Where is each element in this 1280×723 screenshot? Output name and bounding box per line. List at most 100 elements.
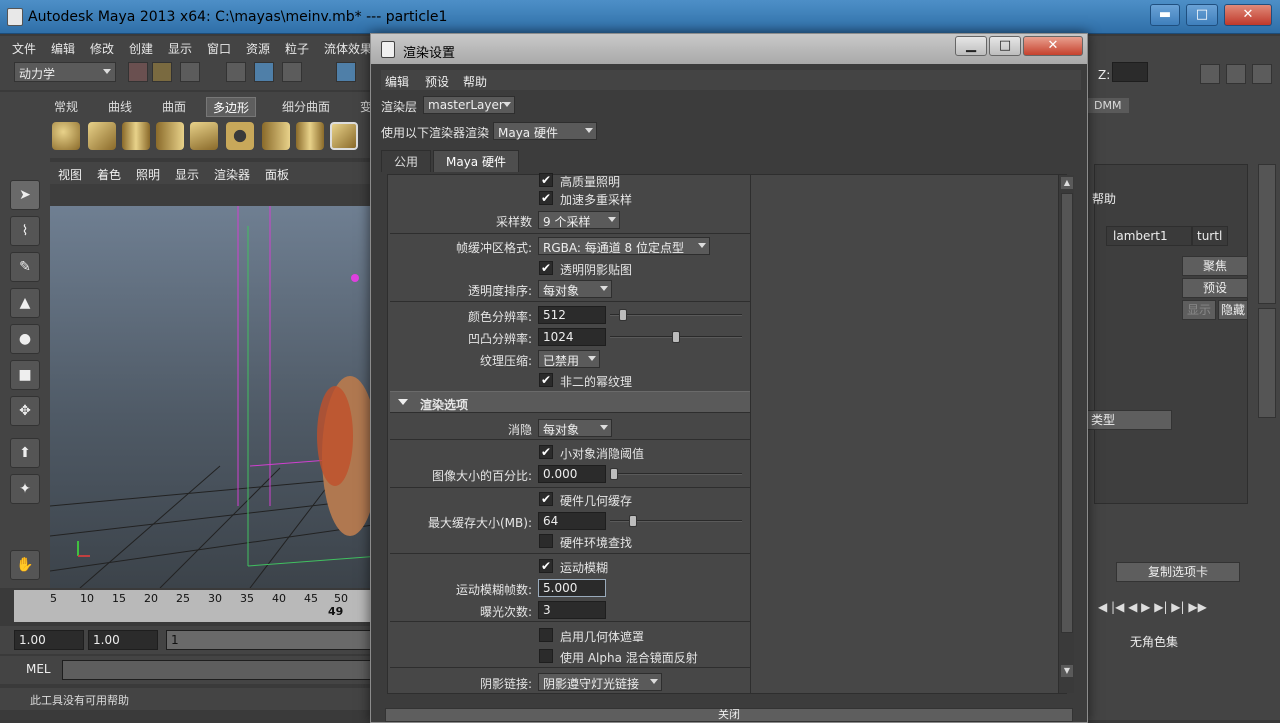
poly-torus-icon[interactable] bbox=[226, 122, 254, 150]
ae-type-button[interactable]: 类型 bbox=[1086, 410, 1172, 430]
playback-controls[interactable]: ◀ |◀ ◀ ▶ ▶| ▶| ▶▶ bbox=[1098, 600, 1207, 614]
attribute-editor-toggle-icon[interactable] bbox=[1226, 64, 1246, 84]
poly-cube-icon[interactable] bbox=[88, 122, 116, 150]
new-scene-icon[interactable] bbox=[128, 62, 148, 82]
high-quality-lighting-checkbox[interactable]: ✔ bbox=[539, 173, 553, 187]
focus-button[interactable]: 聚焦 bbox=[1182, 256, 1248, 276]
scroll-down-icon[interactable]: ▼ bbox=[1061, 665, 1073, 677]
vp-menu-view[interactable]: 视图 bbox=[58, 166, 82, 183]
shelf-tab-dmm[interactable]: DMM bbox=[1086, 98, 1130, 113]
menu-display[interactable]: 显示 bbox=[168, 40, 192, 57]
minimize-icon[interactable]: ▬ bbox=[1150, 4, 1180, 26]
lasso-tool-icon[interactable]: ⌇ bbox=[10, 216, 40, 246]
non-pow2-checkbox[interactable]: ✔ bbox=[539, 373, 553, 387]
timeline[interactable]: 5 10 15 20 25 30 35 40 45 50 49 bbox=[14, 590, 380, 622]
poly-soccer-icon[interactable] bbox=[330, 122, 358, 150]
poly-plane-icon[interactable] bbox=[190, 122, 218, 150]
dialog-menu-presets[interactable]: 预设 bbox=[425, 73, 449, 90]
no-character-set[interactable]: 无角色集 bbox=[1130, 633, 1178, 650]
hw-geo-cache-checkbox[interactable]: ✔ bbox=[539, 492, 553, 506]
transparent-shadow-maps-checkbox[interactable]: ✔ bbox=[539, 261, 553, 275]
shelf-tab-general[interactable]: 常规 bbox=[48, 97, 84, 117]
ae-tab-turtle[interactable]: turtl bbox=[1192, 226, 1228, 246]
vp-menu-renderer[interactable]: 渲染器 bbox=[214, 166, 250, 183]
poly-pipe-icon[interactable] bbox=[296, 122, 324, 150]
poly-prism-icon[interactable] bbox=[262, 122, 290, 150]
scroll-up-icon[interactable]: ▲ bbox=[1061, 177, 1073, 189]
z-field[interactable] bbox=[1112, 62, 1148, 82]
color-resolution-slider[interactable] bbox=[610, 309, 742, 321]
menu-particles[interactable]: 粒子 bbox=[285, 40, 309, 57]
channel-box-vertical-tab[interactable] bbox=[1258, 164, 1276, 304]
dialog-maximize-icon[interactable]: □ bbox=[989, 36, 1021, 56]
viewport-3d[interactable] bbox=[49, 206, 381, 589]
alpha-blend-checkbox[interactable] bbox=[539, 649, 553, 663]
slider-knob[interactable] bbox=[610, 468, 618, 480]
exposures-input[interactable]: 3 bbox=[538, 601, 606, 619]
culling-dropdown[interactable]: 每对象 bbox=[538, 419, 612, 437]
playback-start-field[interactable]: 1.00 bbox=[88, 630, 158, 650]
image-percent-slider[interactable] bbox=[610, 468, 742, 480]
menu-create[interactable]: 创建 bbox=[129, 40, 153, 57]
slider-knob[interactable] bbox=[618, 309, 627, 321]
color-resolution-input[interactable]: 512 bbox=[538, 306, 606, 324]
mode-select[interactable]: 动力学 bbox=[14, 62, 116, 82]
scale-tool-icon[interactable]: ■ bbox=[10, 360, 40, 390]
menu-fluid-effects[interactable]: 流体效果 bbox=[324, 40, 372, 57]
bump-resolution-slider[interactable] bbox=[610, 331, 742, 343]
select-tool-icon[interactable]: ➤ bbox=[10, 180, 40, 210]
tool-settings-icon[interactable]: ✋ bbox=[10, 550, 40, 580]
dialog-minimize-icon[interactable]: ▁ bbox=[955, 36, 987, 56]
snap-grid-icon[interactable] bbox=[336, 62, 356, 82]
shelf-tab-curves[interactable]: 曲线 bbox=[102, 97, 138, 117]
dialog-menu-help[interactable]: 帮助 bbox=[463, 73, 487, 90]
copy-tab-button[interactable]: 复制选项卡 bbox=[1116, 562, 1240, 582]
select-component-icon[interactable] bbox=[282, 62, 302, 82]
geo-mask-checkbox[interactable] bbox=[539, 628, 553, 642]
hide-button[interactable]: 隐藏 bbox=[1218, 300, 1248, 320]
select-object-icon[interactable] bbox=[254, 62, 274, 82]
poly-cone-icon[interactable] bbox=[156, 122, 184, 150]
ae-tab-lambert1[interactable]: lambert1 bbox=[1106, 226, 1192, 246]
vp-menu-show[interactable]: 显示 bbox=[175, 166, 199, 183]
menu-edit[interactable]: 编辑 bbox=[51, 40, 75, 57]
texture-compression-dropdown[interactable]: 已禁用 bbox=[538, 350, 600, 368]
max-cache-slider[interactable] bbox=[610, 515, 742, 527]
render-layer-dropdown[interactable]: masterLayer bbox=[423, 96, 515, 114]
poly-sphere-icon[interactable] bbox=[52, 122, 80, 150]
attribute-editor-vertical-tab[interactable] bbox=[1258, 308, 1276, 418]
vp-menu-lighting[interactable]: 照明 bbox=[136, 166, 160, 183]
shelf-tab-subdiv[interactable]: 细分曲面 bbox=[276, 97, 336, 117]
tab-common[interactable]: 公用 bbox=[381, 150, 432, 172]
motion-blur-checkbox[interactable]: ✔ bbox=[539, 559, 553, 573]
menu-assets[interactable]: 资源 bbox=[246, 40, 270, 57]
scroll-thumb[interactable] bbox=[1061, 193, 1073, 633]
range-slider[interactable]: 1 bbox=[166, 630, 380, 650]
presets-button[interactable]: 预设 bbox=[1182, 278, 1248, 298]
select-hierarchy-icon[interactable] bbox=[226, 62, 246, 82]
transparency-sort-dropdown[interactable]: 每对象 bbox=[538, 280, 612, 298]
tool-settings-toggle-icon[interactable] bbox=[1252, 64, 1272, 84]
shelf-tab-polygons[interactable]: 多边形 bbox=[206, 97, 257, 117]
menu-file[interactable]: 文件 bbox=[12, 40, 36, 57]
vp-menu-shading[interactable]: 着色 bbox=[97, 166, 121, 183]
samples-dropdown[interactable]: 9 个采样 bbox=[538, 211, 620, 229]
close-icon[interactable]: ✕ bbox=[1224, 4, 1272, 26]
frame-buffer-dropdown[interactable]: RGBA: 每通道 8 位定点型 bbox=[538, 237, 710, 255]
bump-resolution-input[interactable]: 1024 bbox=[538, 328, 606, 346]
poly-cylinder-icon[interactable] bbox=[122, 122, 150, 150]
shelf-tab-surfaces[interactable]: 曲面 bbox=[156, 97, 192, 117]
dialog-close-icon[interactable]: ✕ bbox=[1023, 36, 1083, 56]
render-options-section[interactable]: 渲染选项 bbox=[390, 391, 750, 413]
rotate-tool-icon[interactable]: ● bbox=[10, 324, 40, 354]
show-manip-icon[interactable]: ⬆ bbox=[10, 438, 40, 468]
ae-help-menu[interactable]: 帮助 bbox=[1092, 190, 1116, 207]
mel-input[interactable] bbox=[62, 660, 380, 680]
small-object-cull-checkbox[interactable]: ✔ bbox=[539, 445, 553, 459]
open-scene-icon[interactable] bbox=[152, 62, 172, 82]
maximize-icon[interactable]: □ bbox=[1186, 4, 1218, 26]
last-tool-icon[interactable]: ✦ bbox=[10, 474, 40, 504]
shadow-link-dropdown[interactable]: 阴影遵守灯光链接 bbox=[538, 673, 662, 691]
settings-scrollbar[interactable]: ▲ ▼ bbox=[1058, 175, 1074, 693]
menu-modify[interactable]: 修改 bbox=[90, 40, 114, 57]
